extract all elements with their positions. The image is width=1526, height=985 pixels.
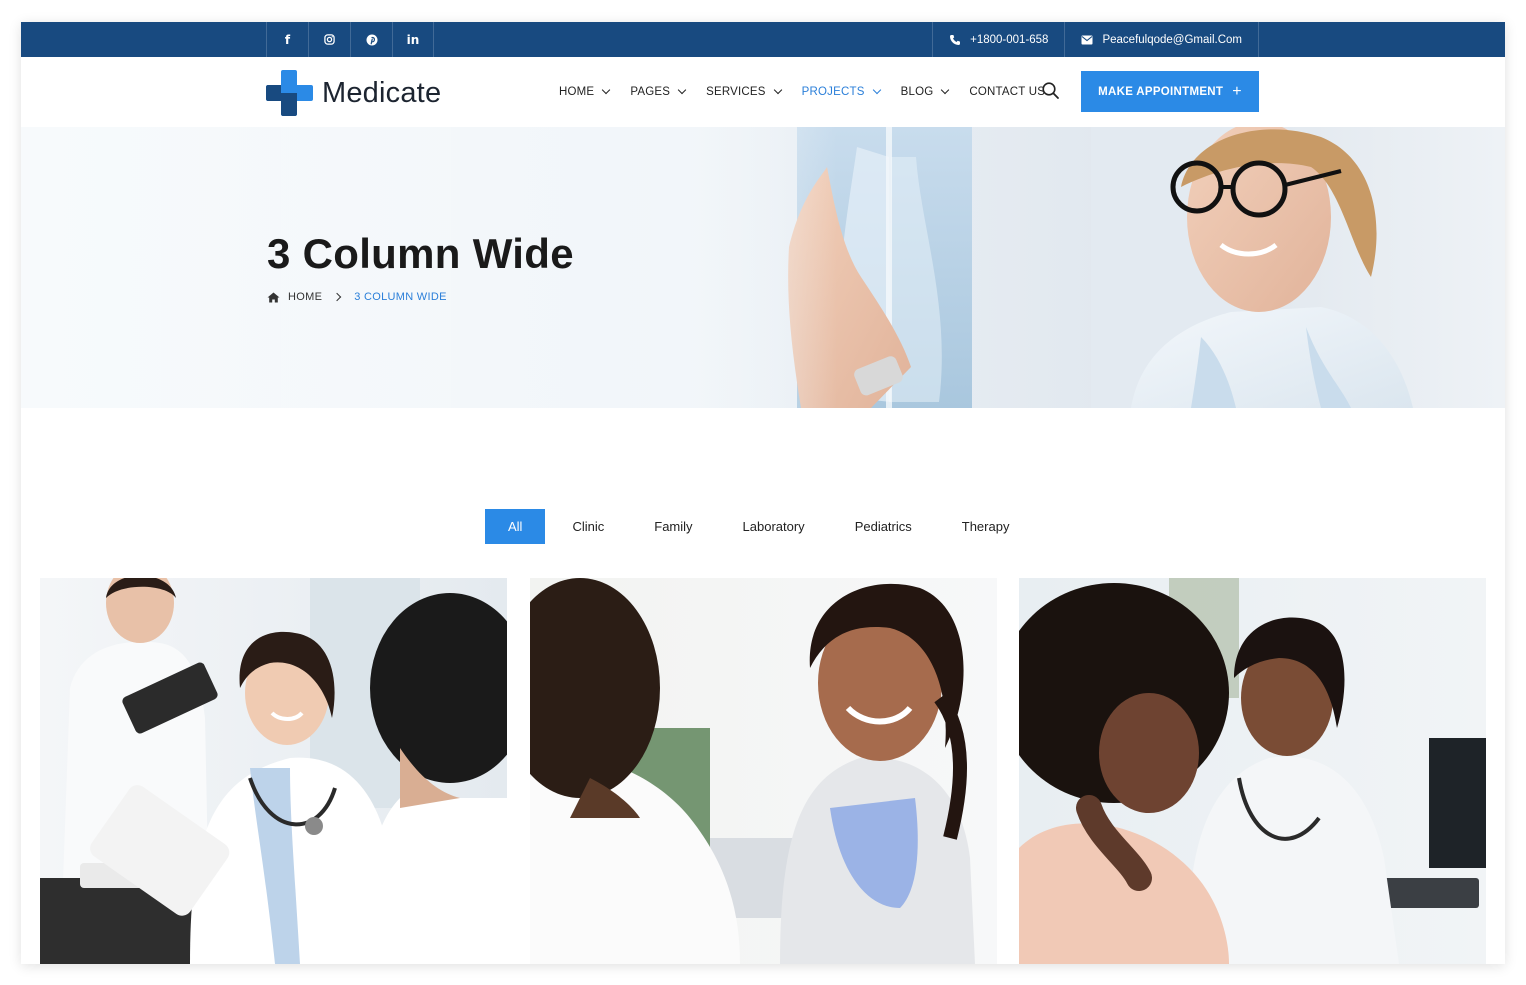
- nav-pages[interactable]: PAGES: [630, 85, 687, 98]
- filter-laboratory[interactable]: Laboratory: [718, 509, 830, 544]
- filter-clinic[interactable]: Clinic: [547, 509, 629, 544]
- nav-services[interactable]: SERVICES: [706, 85, 782, 98]
- filter-family[interactable]: Family: [629, 509, 717, 544]
- chevron-down-icon: [773, 85, 782, 95]
- project-image: [530, 578, 997, 964]
- nav-contact-label: CONTACT US: [969, 86, 1046, 98]
- project-image: [1019, 578, 1486, 964]
- contact-info: +1800-001-658 Peacefulqode@Gmail.Com: [932, 22, 1259, 57]
- project-card[interactable]: [1019, 578, 1486, 964]
- logo-text: Medicate: [322, 76, 442, 109]
- top-bar: f in +1800-001-658 Peacefulqode@Gmail.Co…: [21, 22, 1505, 57]
- instagram-glyph: [324, 34, 335, 45]
- pinterest-glyph: [366, 34, 377, 45]
- breadcrumb: HOME 3 COLUMN WIDE: [267, 291, 447, 303]
- site-header: Medicate HOME PAGES SERVICES PROJECTS BL…: [21, 57, 1505, 127]
- page-title: 3 Column Wide: [267, 230, 574, 277]
- main-nav: HOME PAGES SERVICES PROJECTS BLOG CONTAC…: [559, 57, 1066, 127]
- nav-home[interactable]: HOME: [559, 85, 611, 98]
- medical-cross-icon: [266, 70, 313, 116]
- nav-projects[interactable]: PROJECTS: [801, 85, 881, 98]
- search-button[interactable]: [1041, 81, 1061, 101]
- hero-background-image: [21, 127, 1505, 408]
- site-logo[interactable]: Medicate: [266, 70, 441, 116]
- nav-services-label: SERVICES: [706, 86, 766, 98]
- chevron-right-icon: [332, 292, 342, 302]
- chevron-down-icon: [872, 85, 881, 95]
- filter-therapy[interactable]: Therapy: [937, 509, 1035, 544]
- nav-home-label: HOME: [559, 86, 595, 98]
- filter-all[interactable]: All: [485, 509, 546, 544]
- nav-pages-label: PAGES: [630, 86, 671, 98]
- project-card[interactable]: [40, 578, 507, 964]
- make-appointment-button[interactable]: MAKE APPOINTMENT +: [1081, 71, 1259, 112]
- instagram-icon[interactable]: [308, 22, 350, 57]
- email-address: Peacefulqode@Gmail.Com: [1102, 33, 1242, 46]
- facebook-icon[interactable]: f: [266, 22, 308, 57]
- page-frame: f in +1800-001-658 Peacefulqode@Gmail.Co…: [21, 22, 1505, 964]
- chevron-down-icon: [941, 85, 950, 95]
- pinterest-icon[interactable]: [350, 22, 392, 57]
- social-links: f in: [266, 22, 434, 57]
- nav-blog-label: BLOG: [900, 86, 934, 98]
- nav-projects-label: PROJECTS: [801, 86, 865, 98]
- breadcrumb-home-link[interactable]: HOME: [288, 291, 322, 303]
- project-card[interactable]: [530, 578, 997, 964]
- phone-icon: [950, 34, 961, 45]
- phone-number: +1800-001-658: [970, 33, 1049, 46]
- mail-icon: [1081, 35, 1093, 44]
- nav-contact-us[interactable]: CONTACT US: [969, 86, 1045, 98]
- nav-blog[interactable]: BLOG: [900, 85, 950, 98]
- chevron-down-icon: [602, 85, 611, 95]
- page-hero: 3 Column Wide HOME 3 COLUMN WIDE: [21, 127, 1505, 408]
- home-icon: [267, 292, 280, 302]
- project-filters: All Clinic Family Laboratory Pediatrics …: [485, 509, 1034, 544]
- chevron-down-icon: [677, 85, 687, 95]
- email-contact[interactable]: Peacefulqode@Gmail.Com: [1064, 22, 1259, 57]
- linkedin-icon[interactable]: in: [392, 22, 434, 57]
- search-icon: [1042, 82, 1059, 99]
- filter-pediatrics[interactable]: Pediatrics: [830, 509, 937, 544]
- plus-icon: +: [1232, 82, 1242, 100]
- project-image: [40, 578, 507, 964]
- breadcrumb-current: 3 COLUMN WIDE: [354, 291, 447, 303]
- phone-contact[interactable]: +1800-001-658: [932, 22, 1064, 57]
- make-appointment-label: MAKE APPOINTMENT: [1098, 85, 1224, 98]
